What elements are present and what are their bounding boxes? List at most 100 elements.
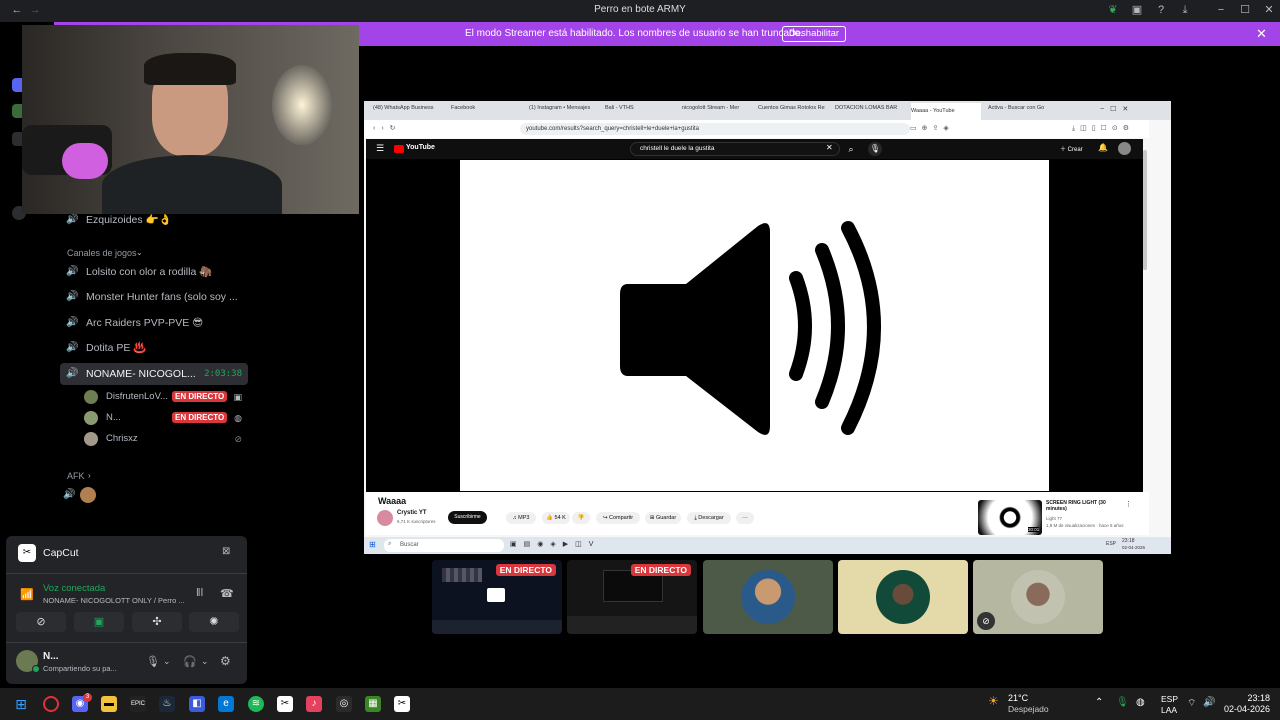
mp3-button[interactable]: ♫ MP3 (506, 512, 536, 524)
channel-avatar[interactable] (377, 510, 393, 526)
download-icon[interactable]: ⤓ (1178, 3, 1192, 17)
voice-channel-item[interactable]: 🔊 Lolsito con olor a rodilla 🦣 (60, 261, 248, 283)
voice-channel-name[interactable]: NONAME- NICOGOLOTT ONLY / Perro ... (43, 596, 185, 605)
microphone-icon[interactable]: 🎙 (146, 655, 160, 668)
share-screen-button[interactable]: ▣ (74, 612, 124, 632)
clock-time[interactable]: 23:18 (1224, 693, 1270, 703)
suggested-title[interactable]: SCREEN RING LIGHT (30 minutes) (1046, 500, 1124, 512)
browser-tab[interactable]: nicogolott Stream - Mer (682, 105, 752, 118)
voice-status[interactable]: Voz conectada (43, 583, 105, 594)
chevron-down-icon[interactable]: ⌄ (201, 656, 209, 667)
create-button[interactable]: ＋ Crear (1060, 144, 1083, 153)
settings-gear-icon[interactable]: ⚙ (220, 654, 231, 668)
minecraft-icon[interactable]: ▦ (365, 696, 381, 712)
voice-channel-item[interactable]: 🔊 Dotita PE ♨️ (60, 337, 248, 359)
stream-tile[interactable]: EN DIRECTO (567, 560, 697, 634)
input-layout[interactable]: LAA (1161, 705, 1177, 715)
maximize-icon[interactable]: ☐ (1238, 3, 1252, 17)
app-icon[interactable]: ◎ (336, 696, 352, 712)
scrollbar[interactable] (1143, 150, 1147, 270)
voice-user[interactable]: DisfrutenLoV... EN DIRECTO ▣ (84, 387, 248, 407)
epic-games-icon[interactable]: EPIC (130, 696, 146, 712)
channel-name[interactable]: Crystic YT (397, 510, 427, 516)
capcut-icon[interactable]: ✂ (394, 696, 410, 712)
nav-arrows-icon[interactable]: ‹›↻ (373, 124, 402, 132)
window-controls-icon[interactable]: −☐✕ (1100, 105, 1160, 118)
user-name[interactable]: N... (43, 651, 59, 662)
weather-icon[interactable]: ☀ (988, 694, 999, 708)
weather-temp[interactable]: 21°C (1008, 693, 1028, 703)
like-button[interactable]: 👍 54 K (542, 512, 570, 524)
search-icon[interactable]: ⌕ (843, 142, 859, 156)
clock-date[interactable]: 02-04-2026 (1222, 704, 1270, 714)
noise-icon[interactable]: ǁǀ (196, 587, 203, 599)
leave-activity-icon[interactable]: ⊠ (222, 546, 230, 557)
dislike-button[interactable]: 👎 (572, 512, 590, 524)
voice-channel-item[interactable]: 🔊 Arc Raiders PVP-PVE 😎 (60, 312, 248, 334)
file-explorer-icon[interactable]: ▬ (101, 696, 117, 712)
close-window-icon[interactable]: ✕ (1262, 3, 1276, 17)
download-button[interactable]: ⤓ Descargar (687, 512, 731, 524)
wifi-icon[interactable]: ⌔ (1187, 697, 1196, 710)
clear-search-icon[interactable]: ✕ (826, 143, 833, 152)
browser-tab[interactable]: DOTACIÓN LOMAS BAR (835, 105, 905, 118)
participant-tile[interactable] (703, 560, 833, 634)
windows-start-icon[interactable]: ⊞ (13, 696, 29, 712)
voice-user[interactable]: N... EN DIRECTO ◍ (84, 408, 248, 428)
leaf-icon[interactable]: ❦ (1106, 3, 1120, 17)
voice-channel-active[interactable]: 🔊 NONAME- NICOGOL... 2:03:38 (60, 363, 248, 385)
menu-icon[interactable]: ☰ (376, 143, 384, 154)
browser-tab[interactable]: Activa - Buscar con Go (988, 105, 1058, 118)
disconnect-icon[interactable]: ☎ (220, 587, 234, 600)
toolbar-icons[interactable]: ⤓◫▯☐⊙⚙ (1072, 124, 1134, 133)
voice-channel-item[interactable]: 🔊 Monster Hunter fans (solo soy ... (60, 286, 248, 308)
voice-search-icon[interactable]: 🎙 (868, 142, 882, 156)
notifications-icon[interactable]: 🔔 (1098, 143, 1108, 152)
disable-streamer-button[interactable]: Deshabilitar (782, 26, 846, 42)
category-afk[interactable]: AFK › (60, 465, 248, 487)
browser-tab-active[interactable]: Waaaa - YouTube (911, 103, 981, 120)
chevron-up-icon[interactable]: ⌃ (1095, 697, 1103, 708)
soundboard-button[interactable]: ✺ (189, 612, 239, 632)
chevron-down-icon[interactable]: ⌄ (163, 656, 171, 667)
app-icon[interactable]: ◧ (189, 696, 205, 712)
browser-tab[interactable]: Cuentos Gimas Rotolos Re (758, 105, 828, 118)
tiktok-icon[interactable]: ♪ (306, 696, 322, 712)
remote-taskbar-apps[interactable]: ▣▤◉◈▶◫V (510, 540, 600, 548)
browser-tab[interactable]: Facebook (451, 105, 523, 118)
voice-user[interactable]: Chrisxz ⊘ (84, 429, 248, 449)
camera-toggle-button[interactable]: ⊘ (16, 612, 66, 632)
help-icon[interactable]: ? (1154, 3, 1168, 17)
inbox-icon[interactable]: ▣ (1130, 3, 1144, 17)
close-banner-icon[interactable]: ✕ (1256, 26, 1267, 42)
headphones-icon[interactable]: 🎧 (183, 655, 197, 668)
browser-tab[interactable]: (1) Instagram • Mensajes (529, 105, 601, 118)
edge-icon[interactable]: e (218, 696, 234, 712)
microphone-in-use-icon[interactable]: 🎙 (1116, 697, 1129, 708)
more-actions-icon[interactable]: ⋯ (736, 512, 754, 524)
extension-icons[interactable]: ▭⊕⇪◈ (910, 124, 954, 132)
activities-button[interactable]: ✣ (132, 612, 182, 632)
spotify-icon[interactable]: ≋ (248, 696, 264, 712)
subscribe-button[interactable]: Suscribirme (448, 511, 487, 524)
share-button[interactable]: ↪ Compartir (596, 512, 640, 524)
browser-tab[interactable]: (48) WhatsApp Business (373, 105, 445, 118)
capcut-icon[interactable]: ✂ (277, 696, 293, 712)
minimize-icon[interactable]: − (1214, 3, 1228, 17)
browser-tab[interactable]: Bali - VTHS (605, 105, 677, 118)
address-bar[interactable]: youtube.com/results?search_query=christe… (520, 123, 910, 135)
account-avatar[interactable] (1118, 142, 1131, 155)
participant-tile[interactable]: ⊘ (973, 560, 1103, 634)
participant-tile[interactable] (838, 560, 968, 634)
steam-icon[interactable]: ♨ (159, 696, 175, 712)
more-options-icon[interactable]: ⋮ (1125, 500, 1132, 508)
volume-icon[interactable]: 🔊 (1203, 697, 1215, 708)
tray-icon[interactable]: ◍ (1136, 697, 1145, 708)
windows-start-icon[interactable]: ⊞ (369, 540, 376, 549)
stream-tile[interactable]: EN DIRECTO (432, 560, 562, 634)
youtube-logo-icon[interactable] (394, 145, 404, 153)
save-button[interactable]: ⊞ Guardar (645, 512, 681, 524)
avatar[interactable] (80, 487, 96, 503)
input-language[interactable]: ESP (1161, 694, 1178, 704)
opera-icon[interactable] (43, 696, 59, 712)
